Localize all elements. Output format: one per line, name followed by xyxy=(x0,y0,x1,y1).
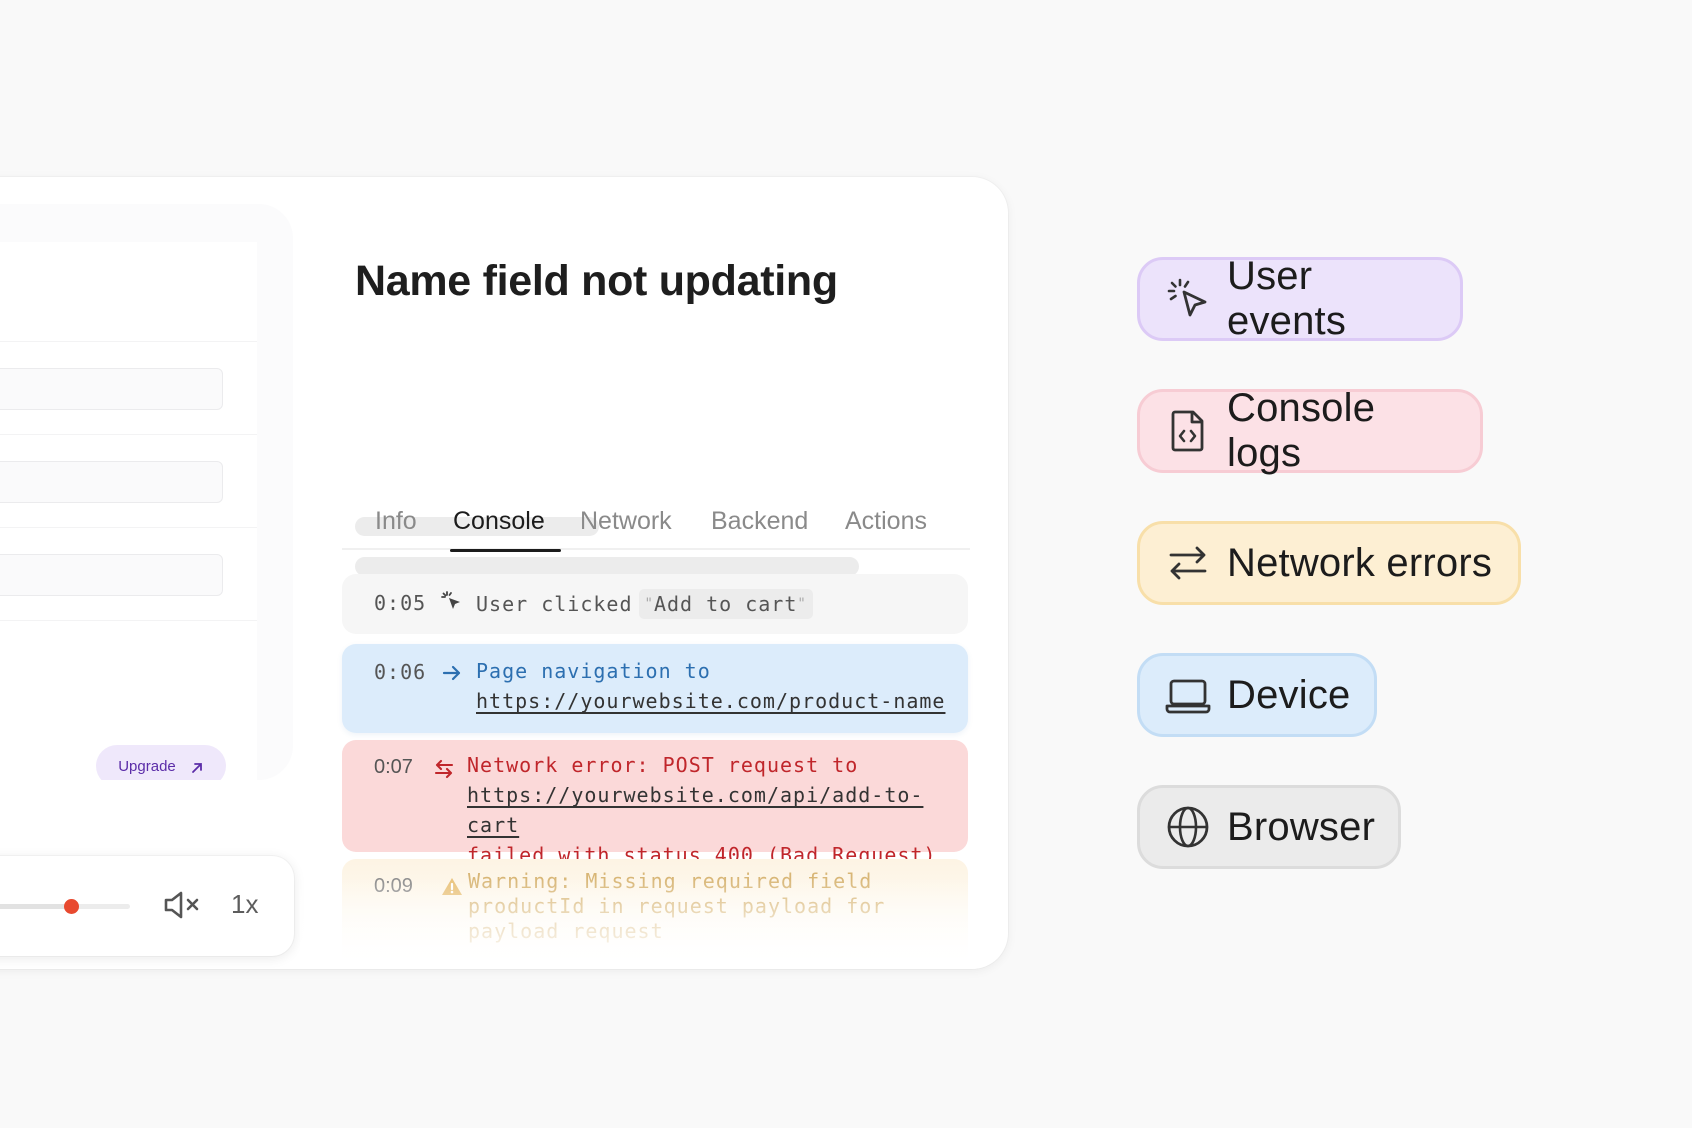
log-timestamp: 0:07 xyxy=(374,756,413,778)
preview-input-field xyxy=(0,368,223,410)
log-entry-navigation[interactable]: 0:06 Page navigation to https://yourwebs… xyxy=(342,644,968,733)
preview-form-panel xyxy=(0,242,257,780)
code-file-icon xyxy=(1171,410,1204,452)
feature-label: Network errors xyxy=(1227,540,1493,585)
log-message: User clicked "Add to cart" xyxy=(476,589,813,619)
preview-input-field xyxy=(0,461,223,503)
playback-speed-button[interactable]: 1x xyxy=(231,889,258,920)
tab-info[interactable]: Info xyxy=(375,507,417,548)
preview-clip xyxy=(0,780,293,820)
details-tabs: Info Console Network Backend Actions xyxy=(342,507,970,552)
player-controls: 1x xyxy=(0,856,294,956)
click-cursor-icon xyxy=(441,591,460,609)
feature-label: User events xyxy=(1227,254,1347,343)
quoted-value: Add to cart xyxy=(653,592,798,616)
feature-pill-user-events: User events xyxy=(1137,254,1463,343)
preview-form-row xyxy=(0,435,257,528)
bug-report-card: Upgrade 1x Name field not updating Info … xyxy=(0,177,1008,969)
arrow-right-icon xyxy=(442,665,461,681)
volume-mute-icon[interactable] xyxy=(162,888,202,922)
feature-pill-console-logs: Console logs xyxy=(1137,386,1483,475)
playback-progress xyxy=(0,904,71,909)
log-message: Network error: POST request to https://y… xyxy=(467,750,968,870)
preview-input-field xyxy=(0,554,223,596)
log-text: Warning: Missing required field xyxy=(468,869,873,893)
laptop-icon xyxy=(1165,679,1211,714)
log-message: Warning: Missing required field productI… xyxy=(468,869,885,944)
log-entry-user-event[interactable]: 0:05 User clicked "Add to cart" xyxy=(342,574,968,634)
log-text: Page navigation to xyxy=(476,659,711,683)
preview-form-header xyxy=(0,242,257,342)
feature-label: Device xyxy=(1227,672,1351,717)
playhead-handle[interactable] xyxy=(63,899,79,914)
log-entry-warning[interactable]: 0:09 Warning: Missing required field pro… xyxy=(342,859,968,969)
log-entry-network-error[interactable]: 0:07 Network error: POST request to http… xyxy=(342,740,968,867)
tab-console[interactable]: Console xyxy=(450,507,561,552)
log-text: productId in request payload for xyxy=(468,894,886,918)
globe-icon xyxy=(1167,806,1209,848)
preview-form-row xyxy=(0,342,257,435)
tab-network[interactable]: Network xyxy=(580,507,672,548)
playback-scrubber[interactable] xyxy=(0,899,130,914)
log-timestamp: 0:09 xyxy=(374,875,413,897)
error-url-link[interactable]: https://yourwebsite.com/api/add-to-cart xyxy=(467,780,968,840)
upgrade-label: Upgrade xyxy=(118,758,176,775)
log-text: payload request xyxy=(468,919,664,943)
transfer-arrows-icon xyxy=(434,759,454,779)
feature-label: Console logs xyxy=(1227,386,1376,475)
preview-form-row xyxy=(0,528,257,621)
arrow-up-right-icon xyxy=(191,763,202,773)
feature-pill-device: Device xyxy=(1137,653,1377,737)
feature-label: Browser xyxy=(1227,804,1376,849)
tab-actions[interactable]: Actions xyxy=(845,507,927,548)
navigation-url-link[interactable]: https://yourwebsite.com/product-name xyxy=(476,686,945,716)
feature-pill-network-errors: Network errors xyxy=(1137,521,1521,605)
log-timestamp: 0:06 xyxy=(374,660,427,684)
transfer-arrows-icon xyxy=(1169,546,1207,580)
warning-triangle-icon xyxy=(442,878,462,895)
issue-title: Name field not updating xyxy=(355,257,838,305)
log-text: Network error: POST request to xyxy=(467,753,859,777)
click-cursor-icon xyxy=(1167,278,1207,317)
log-text: User clicked xyxy=(476,592,633,616)
log-timestamp: 0:05 xyxy=(374,591,427,615)
log-message: Page navigation to https://yourwebsite.c… xyxy=(476,656,945,716)
tab-backend[interactable]: Backend xyxy=(711,507,808,548)
session-replay-preview: Upgrade 1x xyxy=(0,204,294,956)
quoted-value-chip: "Add to cart" xyxy=(638,589,813,619)
feature-pill-browser: Browser xyxy=(1137,785,1401,869)
